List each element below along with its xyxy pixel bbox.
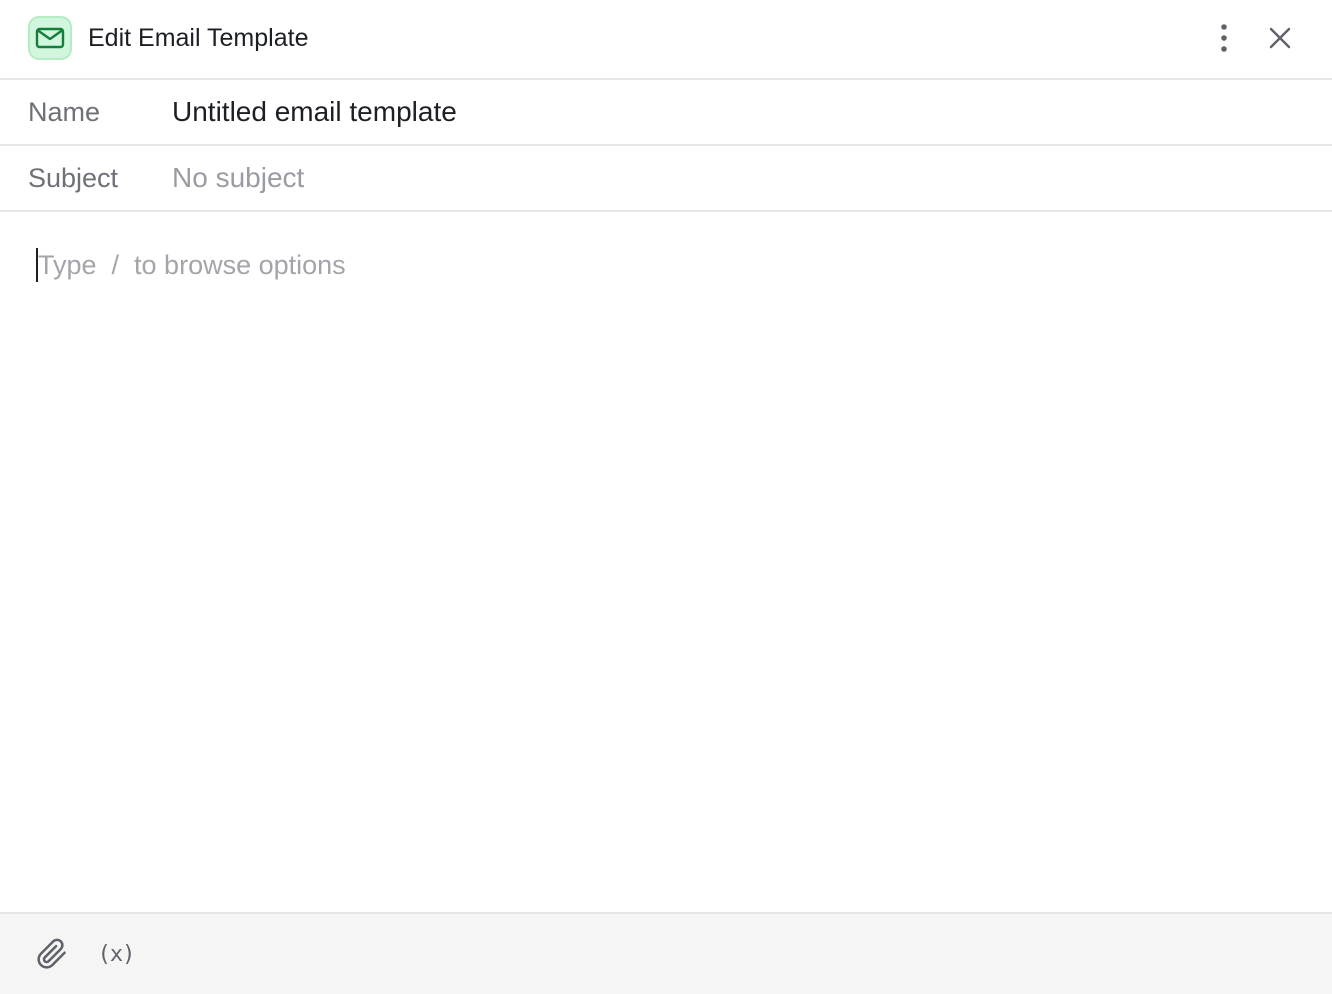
edit-email-template-dialog: Edit Email Template Name Subject Type / … xyxy=(0,0,1332,994)
close-button[interactable] xyxy=(1260,18,1300,58)
dialog-footer: (x) xyxy=(0,912,1332,994)
mail-icon xyxy=(28,16,72,60)
dialog-title: Edit Email Template xyxy=(88,24,309,52)
name-input[interactable] xyxy=(172,88,1292,136)
name-row: Name xyxy=(0,80,1332,146)
name-label: Name xyxy=(28,97,101,127)
subject-input[interactable] xyxy=(172,154,1292,202)
variable-icon: (x) xyxy=(97,941,136,967)
dialog-header: Edit Email Template xyxy=(0,0,1332,80)
editor-placeholder: Type / to browse options xyxy=(38,250,346,280)
more-options-button[interactable] xyxy=(1204,18,1244,58)
insert-variable-button[interactable]: (x) xyxy=(96,934,136,974)
more-vertical-icon xyxy=(1221,24,1227,52)
close-icon xyxy=(1269,27,1291,49)
paperclip-icon xyxy=(37,938,66,969)
email-body-editor[interactable]: Type / to browse options xyxy=(0,212,1332,912)
subject-label: Subject xyxy=(28,163,119,193)
subject-row: Subject xyxy=(0,146,1332,212)
attach-file-button[interactable] xyxy=(32,934,72,974)
